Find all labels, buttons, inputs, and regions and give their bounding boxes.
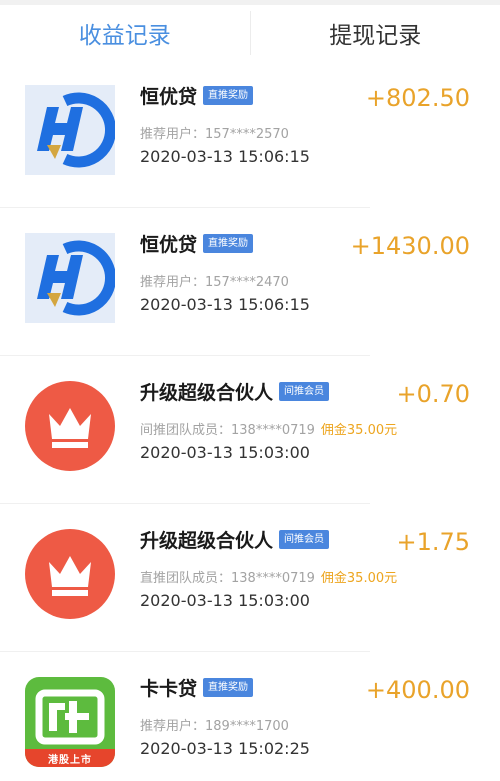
team-member: 间推团队成员：138****0719 bbox=[140, 423, 315, 438]
hengyoudai-logo-icon bbox=[25, 233, 115, 323]
kakadai-logo-icon: 港股上市 bbox=[25, 677, 115, 767]
list-item[interactable]: 港股上市 卡卡贷 直推奖励 推荐用户：189****1700 2020-03-1… bbox=[0, 652, 500, 781]
crown-icon bbox=[25, 529, 115, 619]
record-amount: +1.75 bbox=[396, 528, 470, 556]
list-item[interactable]: 升级超级合伙人 间推会员 直推团队成员：138****0719 佣金35.00元… bbox=[0, 504, 500, 652]
record-date: 2020-03-13 15:03:00 bbox=[140, 591, 310, 610]
listing-tag: 港股上市 bbox=[25, 749, 115, 767]
crown-icon bbox=[25, 381, 115, 471]
record-date: 2020-03-13 15:03:00 bbox=[140, 443, 310, 462]
referral-user: 推荐用户：157****2470 bbox=[140, 275, 289, 290]
tab-withdrawal-records[interactable]: 提现记录 bbox=[251, 5, 500, 60]
record-badge: 直推奖励 bbox=[203, 234, 254, 253]
record-date: 2020-03-13 15:06:15 bbox=[140, 147, 310, 166]
hengyoudai-logo-icon bbox=[25, 85, 115, 175]
record-badge: 直推奖励 bbox=[203, 86, 254, 105]
list-item[interactable]: 升级超级合伙人 间推会员 间推团队成员：138****0719 佣金35.00元… bbox=[0, 356, 500, 504]
record-tabs: 收益记录 提现记录 bbox=[0, 5, 500, 60]
list-item[interactable]: 恒优贷 直推奖励 推荐用户：157****2570 2020-03-13 15:… bbox=[0, 60, 500, 208]
record-badge: 间推会员 bbox=[279, 530, 330, 549]
record-title: 升级超级合伙人 bbox=[140, 530, 274, 552]
commission-text: 佣金35.00元 bbox=[320, 423, 398, 438]
record-badge: 直推奖励 bbox=[203, 678, 254, 697]
commission-text: 佣金35.00元 bbox=[320, 571, 398, 586]
record-title: 卡卡贷 bbox=[140, 678, 198, 700]
record-date: 2020-03-13 15:06:15 bbox=[140, 295, 310, 314]
record-badge: 间推会员 bbox=[279, 382, 330, 401]
team-member: 直推团队成员：138****0719 bbox=[140, 571, 315, 586]
referral-user: 推荐用户：189****1700 bbox=[140, 719, 289, 734]
list-item[interactable]: 恒优贷 直推奖励 推荐用户：157****2470 2020-03-13 15:… bbox=[0, 208, 500, 356]
record-title: 恒优贷 bbox=[140, 86, 198, 108]
referral-user: 推荐用户：157****2570 bbox=[140, 127, 289, 142]
record-amount: +0.70 bbox=[396, 380, 470, 408]
record-amount: +1430.00 bbox=[350, 232, 470, 260]
record-title: 升级超级合伙人 bbox=[140, 382, 274, 404]
record-amount: +400.00 bbox=[365, 676, 470, 704]
record-date: 2020-03-13 15:02:25 bbox=[140, 739, 310, 758]
tab-income-records[interactable]: 收益记录 bbox=[0, 5, 250, 60]
record-title: 恒优贷 bbox=[140, 234, 198, 256]
record-amount: +802.50 bbox=[365, 84, 470, 112]
income-record-list: 恒优贷 直推奖励 推荐用户：157****2570 2020-03-13 15:… bbox=[0, 60, 500, 781]
